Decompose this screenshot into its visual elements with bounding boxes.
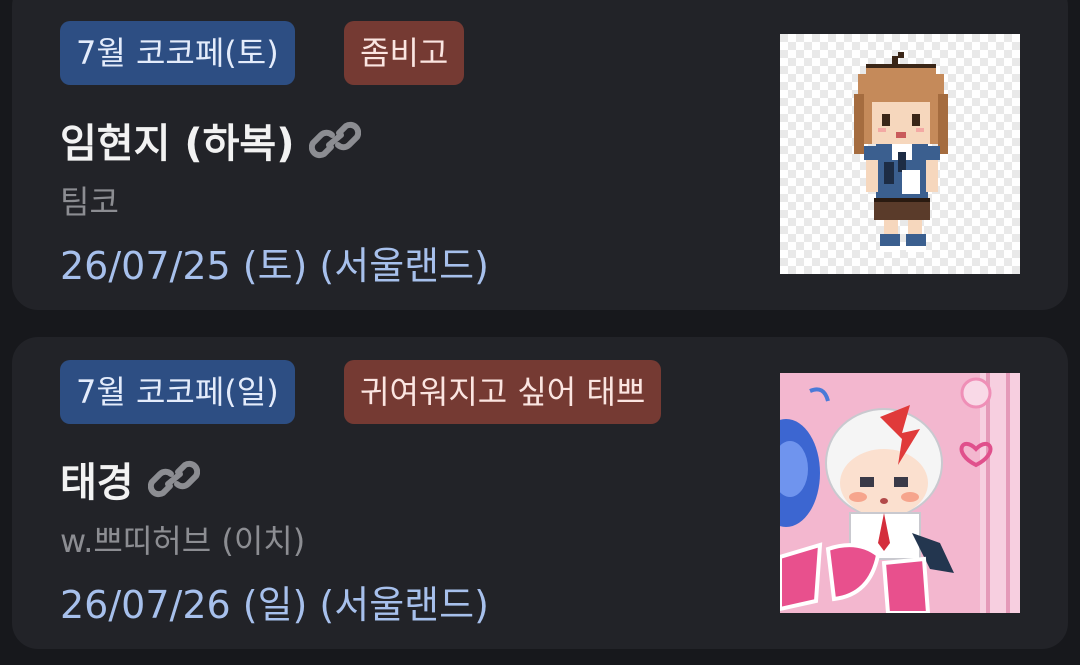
event-date: 26/07/26 (일) (서울랜드) [60, 583, 489, 627]
item-title: 태경 [60, 450, 200, 508]
category-tag[interactable]: 좀비고 [344, 21, 465, 85]
event-tag[interactable]: 7월 코코페(토) [60, 21, 295, 85]
item-title-text: 임현지 (하복) [60, 121, 295, 167]
thumbnail-image[interactable] [780, 373, 1020, 613]
link-icon[interactable] [147, 459, 200, 499]
list-item[interactable]: 7월 코코페(토) 좀비고 임현지 (하복) 팀코 26/07/25 (토) (… [12, 0, 1068, 310]
pixel-character-image [780, 34, 1020, 274]
event-tag[interactable]: 7월 코코페(일) [60, 360, 295, 424]
item-title-text: 태경 [60, 460, 134, 506]
event-date: 26/07/25 (토) (서울랜드) [60, 244, 489, 288]
author-name: w.쁘띠허브 (이치) [60, 522, 306, 560]
list-item[interactable]: 7월 코코페(일) 귀여워지고 싶어 태쁘 태경 w.쁘띠허브 (이치) 26/… [12, 337, 1068, 649]
category-tag[interactable]: 귀여워지고 싶어 태쁘 [344, 360, 662, 424]
author-name: 팀코 [60, 183, 119, 221]
cover-art-image [780, 373, 1020, 613]
thumbnail-image[interactable] [780, 34, 1020, 274]
link-icon[interactable] [308, 120, 361, 160]
item-title: 임현지 (하복) [60, 111, 361, 169]
